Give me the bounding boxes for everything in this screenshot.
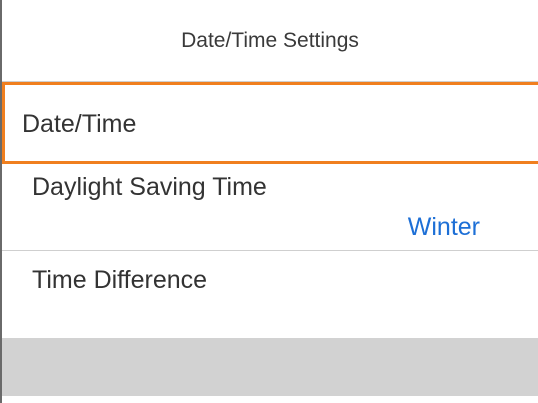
page-title: Date/Time Settings xyxy=(181,28,359,52)
screen-header: Date/Time Settings xyxy=(2,0,538,82)
menu-item-label: Daylight Saving Time xyxy=(32,173,267,201)
menu-item-daylight-saving-time[interactable]: Daylight Saving Time Winter xyxy=(2,164,538,251)
bottom-edge xyxy=(2,396,538,403)
menu-item-label: Time Difference xyxy=(32,266,208,294)
menu-item-time-difference[interactable]: Time Difference xyxy=(2,251,538,333)
menu-item-label: Date/Time xyxy=(22,110,137,138)
settings-screen: Date/Time Settings Date/Time Daylight Sa… xyxy=(0,0,538,403)
settings-menu: Date/Time Daylight Saving Time Winter Ti… xyxy=(2,82,538,333)
menu-item-value: Winter xyxy=(407,213,480,241)
footer-bar xyxy=(2,338,538,396)
menu-item-date-time[interactable]: Date/Time xyxy=(2,82,538,164)
